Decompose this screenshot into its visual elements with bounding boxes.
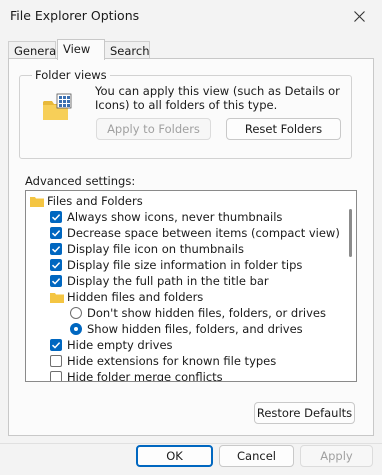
folder-views-label: Folder views [32,68,110,82]
tree-item-label: Hide folder merge conflicts [67,370,223,382]
checkbox-checked-icon[interactable] [50,227,62,239]
advanced-settings-label: Advanced settings: [25,174,136,188]
apply-button[interactable]: Apply [300,445,373,467]
close-icon [353,10,365,22]
checkbox-checked-icon[interactable] [50,211,62,223]
tree-item-label: Decrease space between items (compact vi… [67,226,340,240]
tree-item-label: Display the full path in the title bar [67,274,269,288]
checkbox-unchecked-icon[interactable] [50,355,62,367]
window-title: File Explorer Options [10,8,140,23]
checkbox-checked-icon[interactable] [50,259,62,271]
advanced-settings-tree[interactable]: Files and Folders Always show icons, nev… [25,190,357,382]
tree-item-label: Show hidden files, folders, and drives [87,322,303,336]
checkbox-checked-icon[interactable] [50,339,62,351]
tree-item-label: Don't show hidden files, folders, or dri… [87,306,327,320]
tree-item-label: Files and Folders [47,194,143,208]
footer-separator [0,443,382,444]
radio-unselected-icon[interactable] [70,307,82,319]
ok-button[interactable]: OK [136,445,213,467]
tree-item-label: Display file size information in folder … [67,258,303,272]
tab-search[interactable]: Search [104,41,150,58]
checkbox-checked-icon[interactable] [50,243,62,255]
tree-item-label: Hide empty drives [67,338,173,352]
cancel-button[interactable]: Cancel [219,445,294,467]
checkbox-checked-icon[interactable] [50,275,62,287]
tree-item-label: Hidden files and folders [67,290,204,304]
tree-item-label: Always show icons, never thumbnails [67,210,283,224]
restore-defaults-button[interactable]: Restore Defaults [254,402,355,424]
close-button[interactable] [336,0,382,32]
folder-icon [50,293,64,303]
apply-to-folders-button[interactable]: Apply to Folders [96,118,211,140]
title-bar: File Explorer Options [0,0,382,32]
tree-scrollbar[interactable] [342,191,356,381]
folder-views-icon [43,93,72,120]
folder-icon [30,197,44,207]
folder-views-description: You can apply this view (such as Details… [95,84,340,112]
tree-item-label: Hide extensions for known file types [67,354,277,368]
tab-general[interactable]: General [8,41,59,58]
radio-selected-icon[interactable] [70,323,82,335]
tree-item-label: Display file icon on thumbnails [67,242,244,256]
tab-view[interactable]: View [57,39,105,60]
checkbox-unchecked-icon[interactable] [50,371,62,381]
scrollbar-thumb[interactable] [349,209,352,257]
reset-folders-button[interactable]: Reset Folders [226,118,341,140]
